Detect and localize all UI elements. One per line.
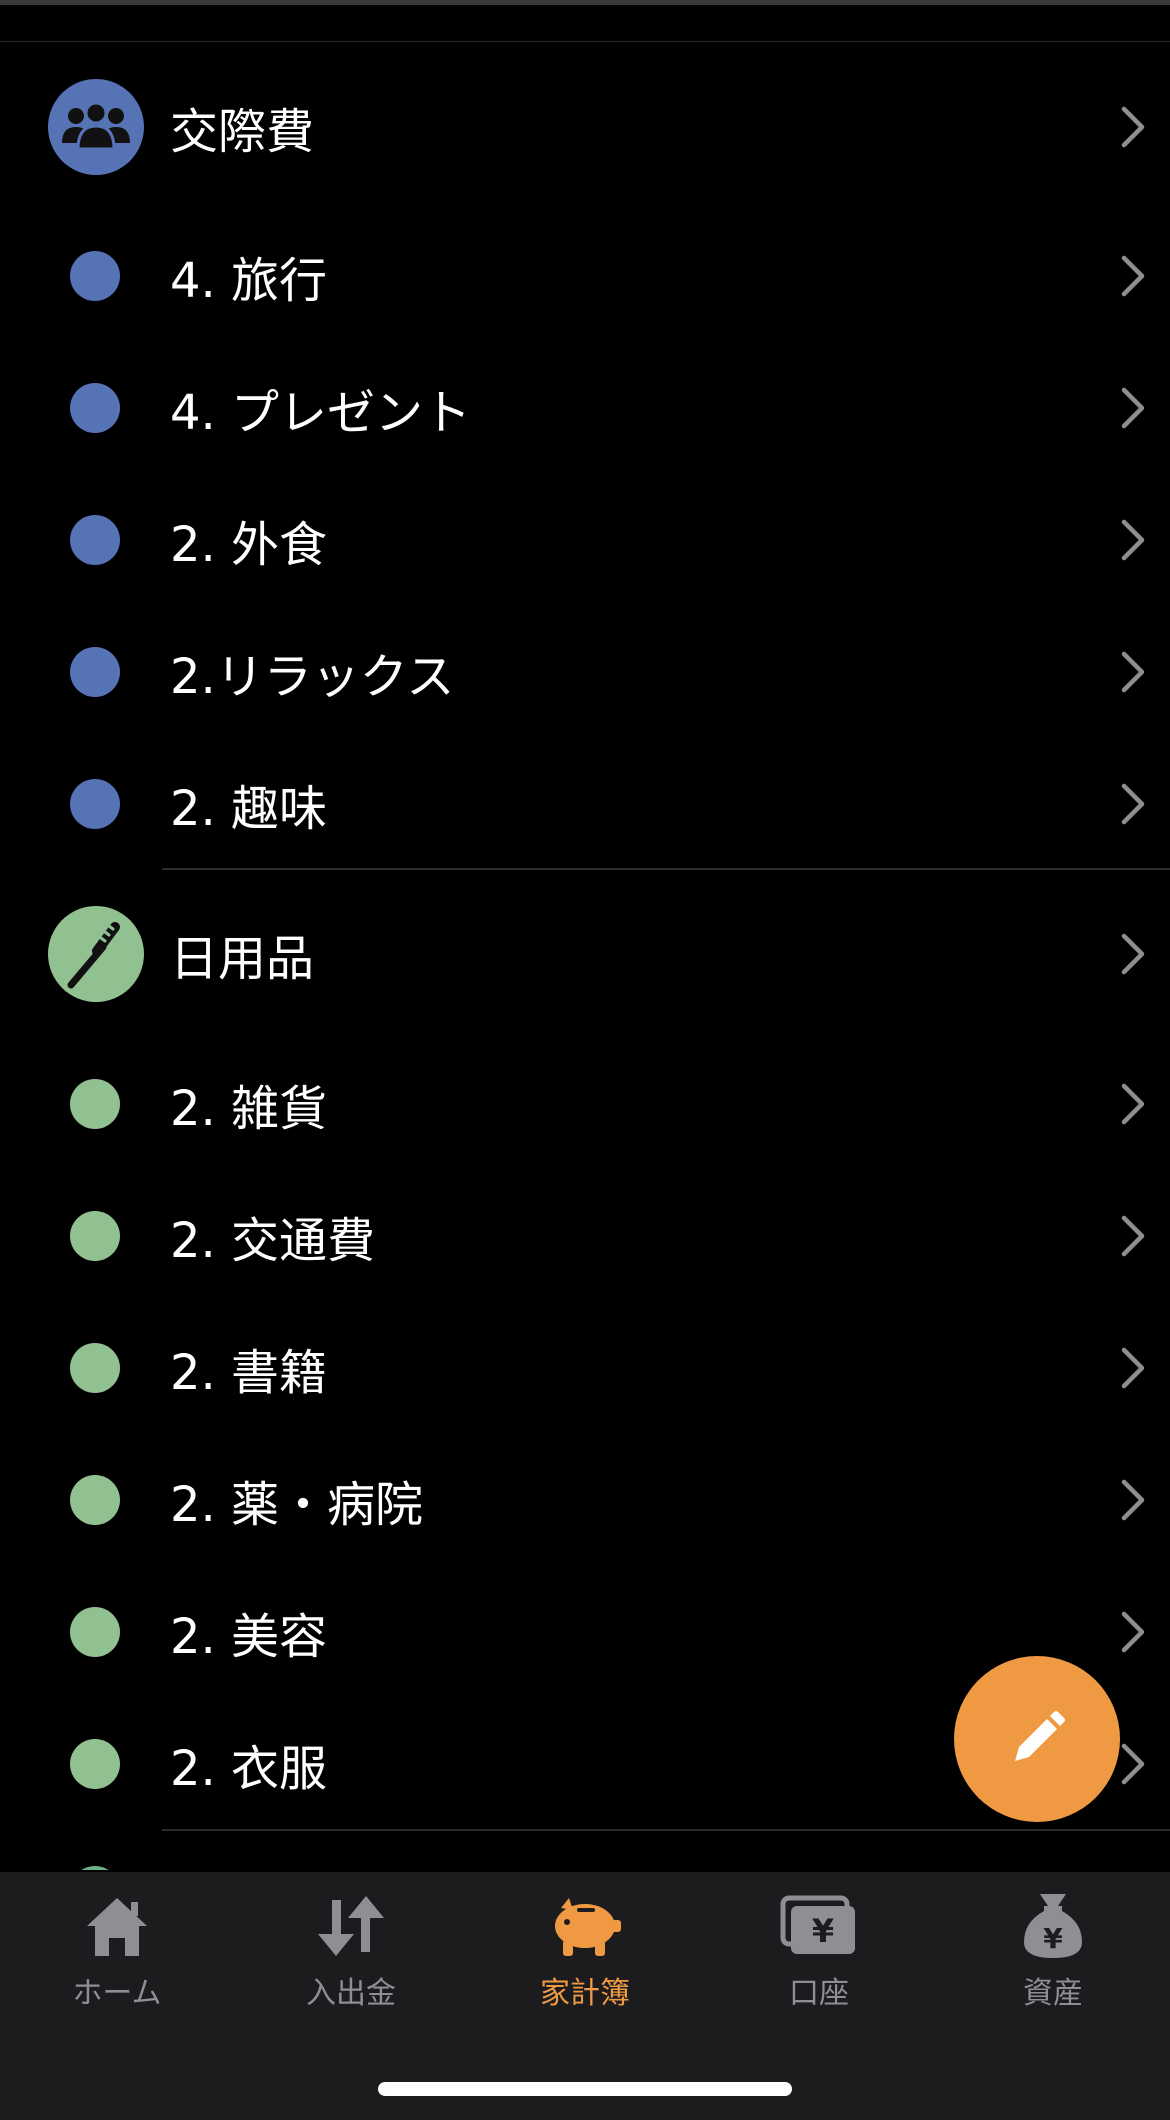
category-color-dot — [70, 515, 120, 565]
home-indicator[interactable] — [378, 2082, 792, 2096]
category-color-dot — [70, 1211, 120, 1261]
subcategory-label: 2. 外食 — [170, 517, 328, 573]
category-color-dot — [70, 1739, 120, 1789]
svg-text:¥: ¥ — [812, 1912, 834, 1950]
tab-transactions[interactable]: 入出金 — [234, 1872, 468, 2022]
tab-assets[interactable]: ¥ 資産 — [936, 1872, 1170, 2022]
chevron-right-icon — [1121, 106, 1145, 148]
subcategory-label: 2. 交通費 — [170, 1213, 376, 1269]
subcategory-label: 2. 雑貨 — [170, 1081, 328, 1137]
subcategory-row-travel[interactable]: 4. 旅行 — [0, 210, 1170, 342]
subcategory-row-transport[interactable]: 2. 交通費 — [0, 1170, 1170, 1302]
category-color-dot — [70, 647, 120, 697]
chevron-right-icon — [1121, 519, 1145, 561]
category-color-dot — [70, 779, 120, 829]
tab-label: 入出金 — [306, 1976, 396, 2011]
chevron-right-icon — [1121, 1611, 1145, 1653]
chevron-right-icon — [1121, 1743, 1145, 1785]
category-row-social[interactable]: 交際費 — [0, 61, 1170, 193]
transfer-arrows-icon — [311, 1892, 391, 1960]
subcategory-row-dining-out[interactable]: 2. 外食 — [0, 474, 1170, 606]
chevron-right-icon — [1121, 1347, 1145, 1389]
chevron-right-icon — [1121, 1215, 1145, 1257]
category-label: 交際費 — [170, 104, 315, 160]
tab-accounts[interactable]: ¥ 口座 — [702, 1872, 936, 2022]
subcategory-label: 2. 美容 — [170, 1609, 328, 1665]
subcategory-row-books[interactable]: 2. 書籍 — [0, 1302, 1170, 1434]
subcategory-row-medical[interactable]: 2. 薬・病院 — [0, 1434, 1170, 1566]
category-row-daily-goods[interactable]: 日用品 — [0, 888, 1170, 1020]
chevron-right-icon — [1121, 255, 1145, 297]
subcategory-label: 2. 書籍 — [170, 1345, 328, 1401]
tab-household-book[interactable]: 家計簿 — [468, 1872, 702, 2022]
category-color-dot — [70, 383, 120, 433]
subcategory-row-present[interactable]: 4. プレゼント — [0, 342, 1170, 474]
subcategory-label: 4. 旅行 — [170, 253, 328, 309]
chevron-right-icon — [1121, 933, 1145, 975]
subcategory-row-sundries[interactable]: 2. 雑貨 — [0, 1038, 1170, 1170]
chevron-right-icon — [1121, 1479, 1145, 1521]
category-color-dot — [70, 1866, 120, 1870]
toothbrush-icon — [48, 906, 144, 1002]
chevron-right-icon — [1121, 783, 1145, 825]
tab-label: ホーム — [72, 1976, 162, 2011]
category-color-dot — [70, 1607, 120, 1657]
subcategory-row-relax[interactable]: 2.リラックス — [0, 606, 1170, 738]
tab-label: 家計簿 — [540, 1976, 630, 2011]
category-label: 日用品 — [170, 931, 315, 987]
subcategory-row-hobby[interactable]: 2. 趣味 — [0, 738, 1170, 870]
money-bag-yen-icon: ¥ — [1013, 1892, 1093, 1960]
wallet-yen-icon: ¥ — [779, 1892, 859, 1960]
home-icon — [77, 1892, 157, 1960]
chevron-right-icon — [1121, 1083, 1145, 1125]
subcategory-label: 2. 薬・病院 — [170, 1477, 424, 1533]
add-entry-button[interactable] — [954, 1656, 1120, 1822]
piggy-bank-icon — [545, 1892, 625, 1960]
svg-text:¥: ¥ — [1043, 1922, 1063, 1955]
subcategory-label: 2. 衣服 — [170, 1741, 328, 1797]
chevron-right-icon — [1121, 651, 1145, 693]
category-color-dot — [70, 1079, 120, 1129]
category-color-dot — [70, 1343, 120, 1393]
subcategory-label: 2.リラックス — [170, 649, 455, 705]
subcategory-label: 4. プレゼント — [170, 385, 472, 441]
tab-label: 資産 — [1023, 1976, 1083, 2011]
category-list: 交際費 4. 旅行 4. プレゼント 2. 外食 2.リラックス 2. 趣味 日… — [0, 0, 1170, 1870]
pencil-icon — [1015, 1711, 1065, 1761]
people-group-icon — [48, 79, 144, 175]
chevron-right-icon — [1121, 387, 1145, 429]
section-divider — [162, 1829, 1170, 1831]
subcategory-label: 2. 趣味 — [170, 781, 328, 837]
category-color-dot — [70, 1475, 120, 1525]
category-color-dot — [70, 251, 120, 301]
section-divider — [162, 868, 1170, 870]
tab-home[interactable]: ホーム — [0, 1872, 234, 2022]
tab-label: 口座 — [789, 1976, 849, 2011]
